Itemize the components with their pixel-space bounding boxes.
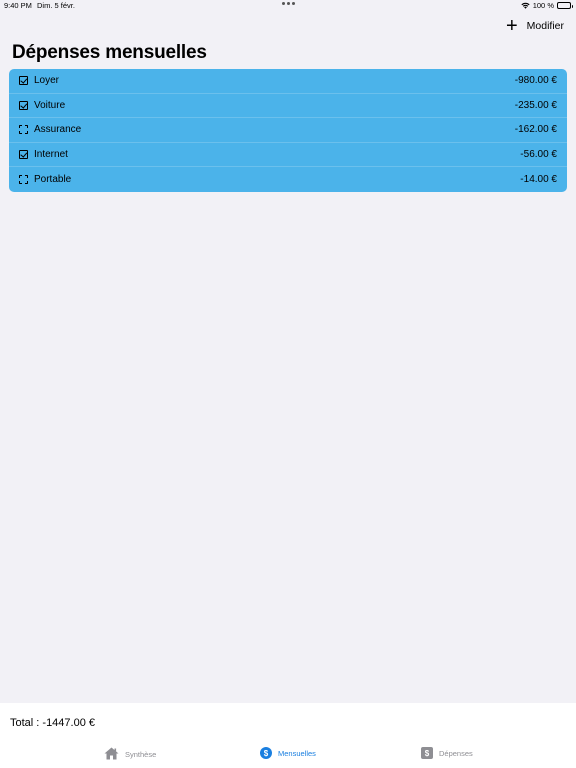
expense-label: Assurance <box>34 124 82 136</box>
expense-row-portable[interactable]: Portable -14.00 € <box>9 167 567 192</box>
expense-label: Loyer <box>34 75 60 87</box>
expense-row-assurance[interactable]: Assurance -162.00 € <box>9 118 567 143</box>
tab-label: Mensuelles <box>278 748 316 758</box>
bottom-panel: Total : -1447.00 € Synthèse $ Mensuelles… <box>0 703 576 768</box>
status-right: 100 % <box>521 1 573 10</box>
house-icon <box>104 747 119 762</box>
expense-row-internet[interactable]: Internet -56.00 € <box>9 143 567 168</box>
dollar-square-icon: $ <box>421 747 433 759</box>
expense-amount: -14.00 € <box>520 174 557 186</box>
expense-row-loyer[interactable]: Loyer -980.00 € <box>9 69 567 94</box>
expense-label: Voiture <box>34 99 66 111</box>
checkbox-checked-icon[interactable] <box>19 150 28 160</box>
page-title: Dépenses mensuelles <box>12 42 207 63</box>
checkbox-unchecked-icon[interactable] <box>19 125 28 135</box>
add-button[interactable]: + <box>506 16 518 36</box>
wifi-icon <box>521 2 530 9</box>
expense-label: Portable <box>34 174 72 186</box>
tab-bar: Synthèse $ Mensuelles $ Dépenses <box>0 743 576 767</box>
expense-amount: -980.00 € <box>514 75 557 87</box>
tab-synthese[interactable]: Synthèse <box>104 747 156 762</box>
checkbox-checked-icon[interactable] <box>19 100 28 110</box>
dollar-circle-icon: $ <box>260 747 272 759</box>
tab-label: Synthèse <box>125 750 157 759</box>
status-time: 9:40 PM <box>4 1 32 10</box>
status-bar: 9:40 PM Dim. 5 févr. 100 % <box>0 0 576 12</box>
tab-depenses[interactable]: $ Dépenses <box>421 747 473 759</box>
checkbox-checked-icon[interactable] <box>19 76 28 86</box>
checkbox-unchecked-icon[interactable] <box>19 175 28 185</box>
total-label: Total : -1447.00 € <box>10 717 96 729</box>
expense-label: Internet <box>34 149 68 161</box>
expense-amount: -235.00 € <box>514 99 557 111</box>
edit-button[interactable]: Modifier <box>527 20 564 32</box>
tab-mensuelles[interactable]: $ Mensuelles <box>260 747 316 759</box>
expense-row-voiture[interactable]: Voiture -235.00 € <box>9 94 567 119</box>
status-date: Dim. 5 févr. <box>37 1 75 10</box>
expense-list: Loyer -980.00 € Voiture -235.00 € Assura… <box>9 69 567 192</box>
battery-icon <box>557 2 573 9</box>
tab-label: Dépenses <box>439 748 473 758</box>
expense-amount: -162.00 € <box>514 124 557 136</box>
battery-percent: 100 % <box>532 1 554 10</box>
expense-amount: -56.00 € <box>520 149 557 161</box>
multitasking-dots-icon[interactable] <box>282 2 295 5</box>
